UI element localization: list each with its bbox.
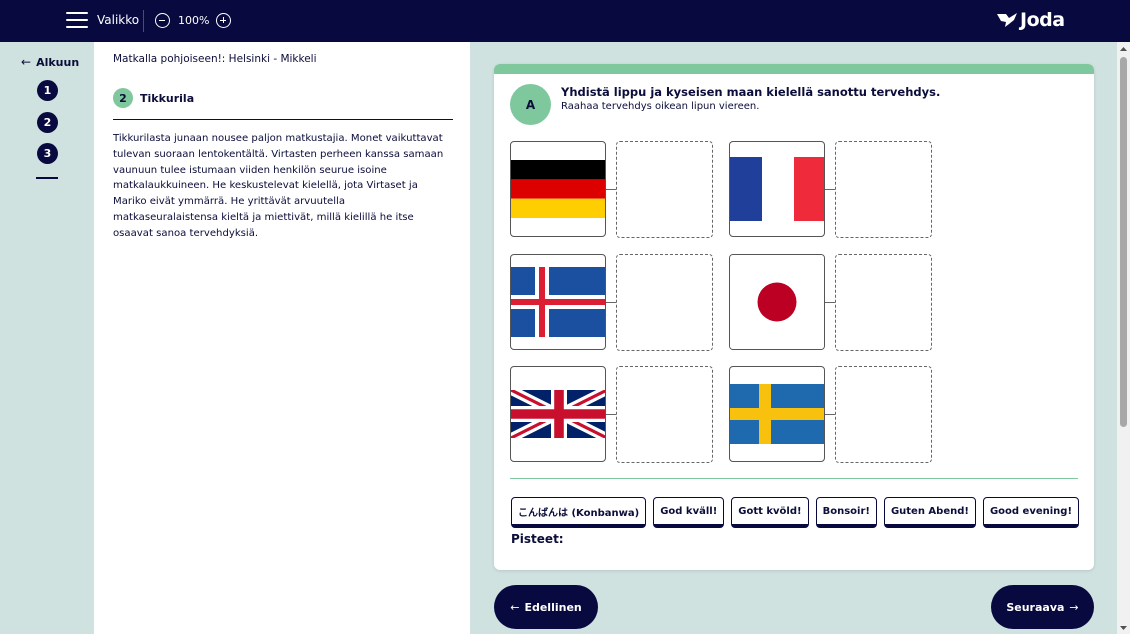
- zoom-in-icon[interactable]: [216, 13, 232, 28]
- drop-zone-japan[interactable]: [835, 254, 932, 351]
- hamburger-icon: [66, 12, 88, 28]
- germany-flag-icon: [511, 160, 605, 218]
- step-2[interactable]: 2: [37, 112, 58, 133]
- section-header: 2 Tikkurila: [113, 88, 194, 108]
- previous-label: Edellinen: [524, 600, 582, 614]
- flag-card-sweden: [729, 366, 825, 462]
- scroll-down-icon[interactable]: [1119, 623, 1128, 632]
- drop-zone-germany[interactable]: [616, 141, 713, 238]
- exercise-card: A Yhdistä lippu ja kyseisen maan kielell…: [494, 64, 1094, 570]
- greeting-chips: こんばんは (Konbanwa) God kväll! Gott kvöld! …: [511, 497, 1086, 528]
- zoom-out-icon[interactable]: [155, 13, 170, 28]
- connector-line: [606, 414, 616, 415]
- scrollbar-thumb[interactable]: [1120, 57, 1127, 427]
- zoom-level: 100%: [178, 14, 210, 27]
- france-flag-icon: [730, 157, 824, 221]
- arrow-right-icon: →: [1069, 600, 1079, 614]
- drop-zone-sweden[interactable]: [835, 366, 932, 463]
- task-title: Yhdistä lippu ja kyseisen maan kielellä …: [561, 85, 941, 99]
- greeting-chip[interactable]: Good evening!: [982, 497, 1080, 528]
- uk-flag-icon: [511, 390, 605, 438]
- next-button[interactable]: Seuraava →: [991, 585, 1094, 629]
- current-step-indicator: [36, 177, 58, 179]
- flag-card-france: [729, 141, 825, 237]
- connector-line: [606, 189, 616, 190]
- japan-flag-icon: [730, 255, 824, 349]
- menu-button[interactable]: Valikko: [66, 12, 139, 28]
- card-divider: [510, 478, 1078, 479]
- text-panel: Matkalla pohjoiseen!: Helsinki - Mikkeli…: [94, 42, 470, 634]
- story-text: Tikkurilasta junaan nousee paljon matkus…: [113, 133, 444, 239]
- connector-line: [606, 302, 616, 303]
- connector-line: [825, 189, 835, 190]
- left-nav: ← Alkuun 1 2 3: [0, 42, 94, 634]
- greeting-chip[interactable]: Gott kvöld!: [731, 497, 809, 528]
- logo: Joda: [997, 9, 1065, 31]
- greeting-chip[interactable]: Bonsoir!: [815, 497, 877, 528]
- greeting-chip[interactable]: こんばんは (Konbanwa): [511, 497, 647, 528]
- flag-card-germany: [510, 141, 606, 237]
- connector-line: [825, 302, 835, 303]
- breadcrumb: Matkalla pohjoiseen!: Helsinki - Mikkeli: [113, 53, 317, 65]
- task-badge: A: [510, 84, 551, 125]
- greeting-chip[interactable]: God kväll!: [653, 497, 725, 528]
- iceland-flag-icon: [511, 267, 605, 337]
- section-title: Tikkurila: [140, 91, 195, 105]
- greeting-chip[interactable]: Guten Abend!: [883, 497, 976, 528]
- section-divider: [113, 119, 453, 120]
- flag-card-japan: [729, 254, 825, 350]
- zoom-control: 100%: [155, 13, 232, 28]
- scroll-up-icon[interactable]: [1119, 45, 1128, 54]
- step-1[interactable]: 1: [37, 80, 58, 101]
- divider: [143, 10, 144, 32]
- task-instruction: Raahaa tervehdys oikean lipun viereen.: [561, 101, 760, 112]
- menu-label: Valikko: [97, 13, 140, 27]
- drop-zone-france[interactable]: [835, 141, 932, 238]
- step-3[interactable]: 3: [37, 143, 58, 164]
- logo-mark-icon: [997, 13, 1017, 27]
- arrow-left-icon: ←: [21, 55, 32, 69]
- drop-zone-iceland[interactable]: [616, 254, 713, 351]
- card-accent-bar: [494, 64, 1094, 74]
- flag-card-uk: [510, 366, 606, 462]
- section-number: 2: [113, 88, 133, 108]
- connector-line: [825, 414, 835, 415]
- arrow-left-icon: ←: [510, 600, 520, 614]
- top-bar: Valikko 100% Joda: [0, 0, 1130, 42]
- flag-card-iceland: [510, 254, 606, 350]
- back-label: Alkuun: [36, 55, 80, 69]
- score-label: Pisteet:: [511, 532, 564, 546]
- previous-button[interactable]: ← Edellinen: [494, 585, 598, 629]
- next-label: Seuraava: [1006, 600, 1065, 614]
- drop-zone-uk[interactable]: [616, 366, 713, 463]
- back-to-start-button[interactable]: ← Alkuun: [21, 55, 79, 69]
- sweden-flag-icon: [730, 384, 824, 444]
- scrollbar[interactable]: [1117, 42, 1130, 634]
- logo-text: Joda: [1020, 9, 1065, 31]
